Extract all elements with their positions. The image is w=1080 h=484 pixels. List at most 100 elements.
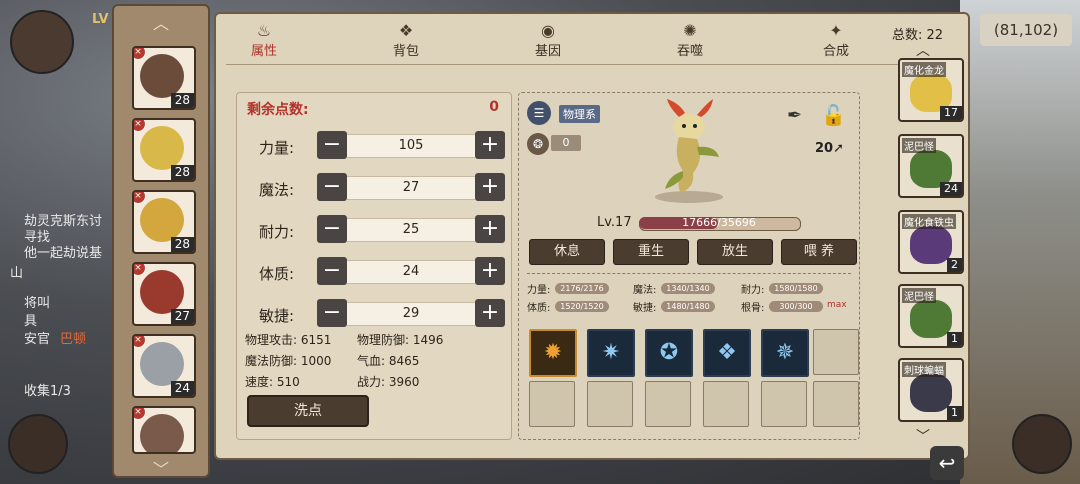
- pet-list-item[interactable]: 泥巴怪 24: [898, 134, 964, 198]
- pet-level: 1: [947, 332, 962, 346]
- skill-slot[interactable]: ✷: [587, 329, 635, 377]
- stat-value: 105: [347, 134, 475, 158]
- pet-list-item[interactable]: 刺球蝙蝠 1: [898, 358, 964, 422]
- increase-button[interactable]: +: [475, 173, 505, 201]
- decrease-button[interactable]: −: [317, 215, 347, 243]
- detail-divider: [527, 273, 851, 274]
- pet-portrait: [140, 54, 184, 98]
- stat-value: 29: [347, 302, 475, 326]
- stat-name: 力量:: [259, 139, 295, 157]
- level-20-badge: 20➚: [815, 141, 844, 156]
- empty-skill-slot[interactable]: [761, 381, 807, 427]
- empty-skill-slot[interactable]: [529, 381, 575, 427]
- beast-skill-icon: ✪: [659, 340, 679, 365]
- stat-value: 24: [347, 260, 475, 284]
- derived-stat: 战力: 3960: [357, 375, 420, 389]
- decrease-button[interactable]: −: [317, 299, 347, 327]
- mini-stat-value: 2176/2176: [555, 283, 609, 294]
- pet-level-label: Lv.17: [597, 215, 632, 230]
- quest-text: 具: [24, 314, 38, 329]
- bottom-left-button[interactable]: [8, 414, 68, 474]
- rename-feather-icon[interactable]: ✒: [787, 105, 802, 126]
- empty-skill-slot[interactable]: [645, 381, 691, 427]
- player-avatar[interactable]: [10, 10, 74, 74]
- decrease-button[interactable]: −: [317, 131, 347, 159]
- increase-button[interactable]: +: [475, 215, 505, 243]
- skill-slot[interactable]: ✹: [529, 329, 577, 377]
- remove-tag-icon[interactable]: ×: [134, 192, 146, 204]
- pet-card[interactable]: × 28: [132, 190, 196, 254]
- remove-tag-icon[interactable]: ×: [134, 264, 146, 276]
- pet-card[interactable]: × 24: [132, 334, 196, 398]
- quest-text: 收集1/3: [24, 384, 71, 399]
- pet-portrait: [140, 342, 184, 386]
- rest-button[interactable]: 休息: [529, 239, 605, 265]
- pet-list-item[interactable]: 魔化食铁虫 2: [898, 210, 964, 274]
- increase-button[interactable]: +: [475, 257, 505, 285]
- pet-list-item[interactable]: 魔化金龙 17: [898, 58, 964, 122]
- empty-skill-slot[interactable]: [703, 381, 749, 427]
- stat-row-magic: 魔法: − 27 +: [237, 173, 511, 205]
- stat-name: 魔法:: [259, 181, 295, 199]
- stat-value: 25: [347, 218, 475, 242]
- remove-tag-icon[interactable]: ×: [134, 336, 146, 348]
- level-20-text: 20: [815, 141, 834, 156]
- pet-card[interactable]: ×: [132, 406, 196, 454]
- pet-level: 28: [170, 165, 194, 180]
- remove-tag-icon[interactable]: ×: [134, 48, 146, 60]
- increase-button[interactable]: +: [475, 299, 505, 327]
- empty-skill-slot[interactable]: [587, 381, 633, 427]
- pet-card[interactable]: × 28: [132, 118, 196, 182]
- tab-bag[interactable]: ❖ 背包: [366, 22, 446, 60]
- feed-button[interactable]: 喂 养: [781, 239, 857, 265]
- stat-name: 体质:: [259, 265, 295, 283]
- skill-slot[interactable]: ❖: [703, 329, 751, 377]
- tab-fusion[interactable]: ✦ 合成: [796, 22, 876, 60]
- pet-portrait: [140, 198, 184, 242]
- fire-icon: ♨: [256, 21, 272, 40]
- mini-stat-label: 力量:: [527, 285, 551, 296]
- pet-card[interactable]: × 28: [132, 46, 196, 110]
- skill-slot[interactable]: ✪: [645, 329, 693, 377]
- list-icon[interactable]: ☰: [527, 101, 551, 125]
- remove-tag-icon[interactable]: ×: [134, 408, 146, 420]
- pet-name: 泥巴怪: [902, 288, 936, 303]
- empty-skill-slot[interactable]: [813, 381, 859, 427]
- release-button[interactable]: 放生: [697, 239, 773, 265]
- decrease-button[interactable]: −: [317, 173, 347, 201]
- tab-label: 背包: [392, 44, 419, 59]
- tab-gene[interactable]: ◉ 基因: [508, 22, 588, 60]
- scroll-up-icon[interactable]: ︿: [916, 40, 930, 60]
- bottom-right-button[interactable]: [1012, 414, 1072, 474]
- stat-row-strength: 力量: − 105 +: [237, 131, 511, 163]
- crystal-skill-icon: ❖: [717, 340, 737, 365]
- tab-attributes[interactable]: ♨ 属性: [224, 21, 304, 60]
- pet-card[interactable]: × 27: [132, 262, 196, 326]
- scroll-down-icon[interactable]: ﹀: [916, 426, 930, 446]
- decrease-button[interactable]: −: [317, 257, 347, 285]
- wash-points-button[interactable]: 洗点: [247, 395, 369, 427]
- pet-level: 1: [947, 406, 962, 420]
- monster-portrait: [910, 300, 952, 338]
- scroll-down-icon[interactable]: ﹀: [114, 456, 208, 480]
- lock-icon[interactable]: 🔓: [821, 103, 846, 127]
- tab-label: 合成: [822, 44, 849, 59]
- increase-button[interactable]: +: [475, 131, 505, 159]
- remove-tag-icon[interactable]: ×: [134, 120, 146, 132]
- pet-strip: ︿ × 28 × 28 × 28 × 27 × 24 × ﹀: [112, 4, 210, 480]
- scroll-up-icon[interactable]: ︿: [114, 10, 208, 34]
- hp-text: 17666/35696: [682, 216, 756, 229]
- tab-devour[interactable]: ✺ 吞噬: [650, 22, 730, 60]
- empty-skill-slot[interactable]: [813, 329, 859, 375]
- pet-name: 魔化食铁虫: [902, 214, 956, 229]
- stat-value: 27: [347, 176, 475, 200]
- attribute-panel: 剩余点数: 0 力量: − 105 + 魔法: − 27 + 耐力: − 25 …: [236, 92, 512, 440]
- paw-icon: ❂: [527, 133, 549, 155]
- rebirth-button[interactable]: 重生: [613, 239, 689, 265]
- pet-list-item[interactable]: 泥巴怪 1: [898, 284, 964, 348]
- close-icon[interactable]: ↩: [930, 446, 964, 480]
- skill-slot[interactable]: ✵: [761, 329, 809, 377]
- derived-stat: 气血: 8465: [357, 354, 420, 368]
- derived-stat: 物理攻击: 6151: [245, 333, 332, 347]
- quest-text: 巴顿: [60, 332, 87, 347]
